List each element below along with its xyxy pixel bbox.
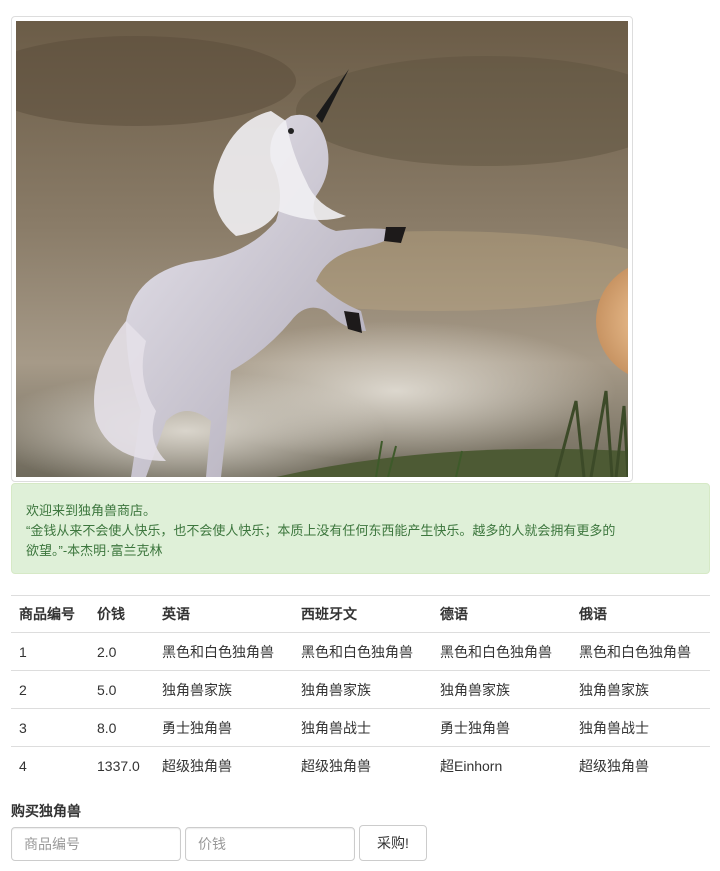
table-row: 4 1337.0 超级独角兽 超级独角兽 超Einhorn 超级独角兽 — [11, 746, 710, 784]
cell-id: 4 — [11, 746, 89, 784]
alert-line-3: 欲望。”-本杰明·富兰克林 — [26, 543, 163, 558]
cell-price: 5.0 — [89, 670, 154, 709]
cell-english: 超级独角兽 — [154, 746, 293, 784]
alert-line-2: “金钱从来不会使人快乐，也不会使人快乐；本质上没有任何东西能产生快乐。越多的人就… — [26, 523, 616, 538]
cell-english: 独角兽家族 — [154, 670, 293, 709]
unicorn-image — [16, 21, 628, 477]
cell-spanish: 独角兽家族 — [293, 670, 432, 709]
header-price: 价钱 — [89, 595, 154, 633]
page: 欢迎来到独角兽商店。 “金钱从来不会使人快乐，也不会使人快乐；本质上没有任何东西… — [0, 0, 720, 871]
table-row: 1 2.0 黑色和白色独角兽 黑色和白色独角兽 黑色和白色独角兽 黑色和白色独角… — [11, 633, 710, 671]
cell-russian: 黑色和白色独角兽 — [579, 643, 691, 660]
product-table: 商品编号 价钱 英语 西班牙文 德语 俄语 1 2.0 黑色和白色独角兽 黑色和… — [11, 595, 710, 784]
header-german: 德语 — [432, 595, 571, 633]
cell-price: 2.0 — [97, 643, 117, 660]
header-spanish: 西班牙文 — [293, 595, 432, 633]
cell-id: 3 — [11, 708, 89, 747]
purchase-button[interactable]: 采购! — [359, 825, 427, 861]
hero-image-frame — [11, 16, 633, 482]
table-header-row: 商品编号 价钱 英语 西班牙文 德语 俄语 — [11, 595, 710, 633]
header-id: 商品编号 — [11, 595, 89, 633]
cell-russian: 超级独角兽 — [571, 746, 710, 784]
cell-spanish: 超级独角兽 — [293, 746, 432, 784]
cell-spanish: 独角兽战士 — [293, 708, 432, 747]
purchase-form-label: 购买独角兽 — [11, 803, 81, 819]
cell-russian: 独角兽战士 — [571, 708, 710, 747]
welcome-alert: 欢迎来到独角兽商店。 “金钱从来不会使人快乐，也不会使人快乐；本质上没有任何东西… — [11, 483, 710, 574]
cell-german: 勇士独角兽 — [432, 708, 571, 747]
header-english: 英语 — [154, 595, 293, 633]
cell-german: 黑色和白色独角兽 — [440, 643, 552, 660]
table-row: 2 5.0 独角兽家族 独角兽家族 独角兽家族 独角兽家族 — [11, 670, 710, 709]
cell-spanish: 黑色和白色独角兽 — [301, 643, 413, 660]
cell-price: 1337.0 — [89, 746, 154, 784]
alert-line-1: 欢迎来到独角兽商店。 — [26, 503, 157, 518]
cell-english: 黑色和白色独角兽 — [162, 643, 274, 660]
cell-german: 超Einhorn — [432, 746, 571, 784]
cell-russian: 独角兽家族 — [571, 670, 710, 709]
table-row: 3 8.0 勇士独角兽 独角兽战士 勇士独角兽 独角兽战士 — [11, 708, 710, 747]
cell-price: 8.0 — [89, 708, 154, 747]
header-russian: 俄语 — [571, 595, 710, 633]
product-id-input[interactable] — [11, 827, 181, 861]
cell-german: 独角兽家族 — [432, 670, 571, 709]
price-input[interactable] — [185, 827, 355, 861]
cell-english: 勇士独角兽 — [154, 708, 293, 747]
cell-id: 2 — [11, 670, 89, 709]
cell-id: 1 — [19, 643, 27, 660]
